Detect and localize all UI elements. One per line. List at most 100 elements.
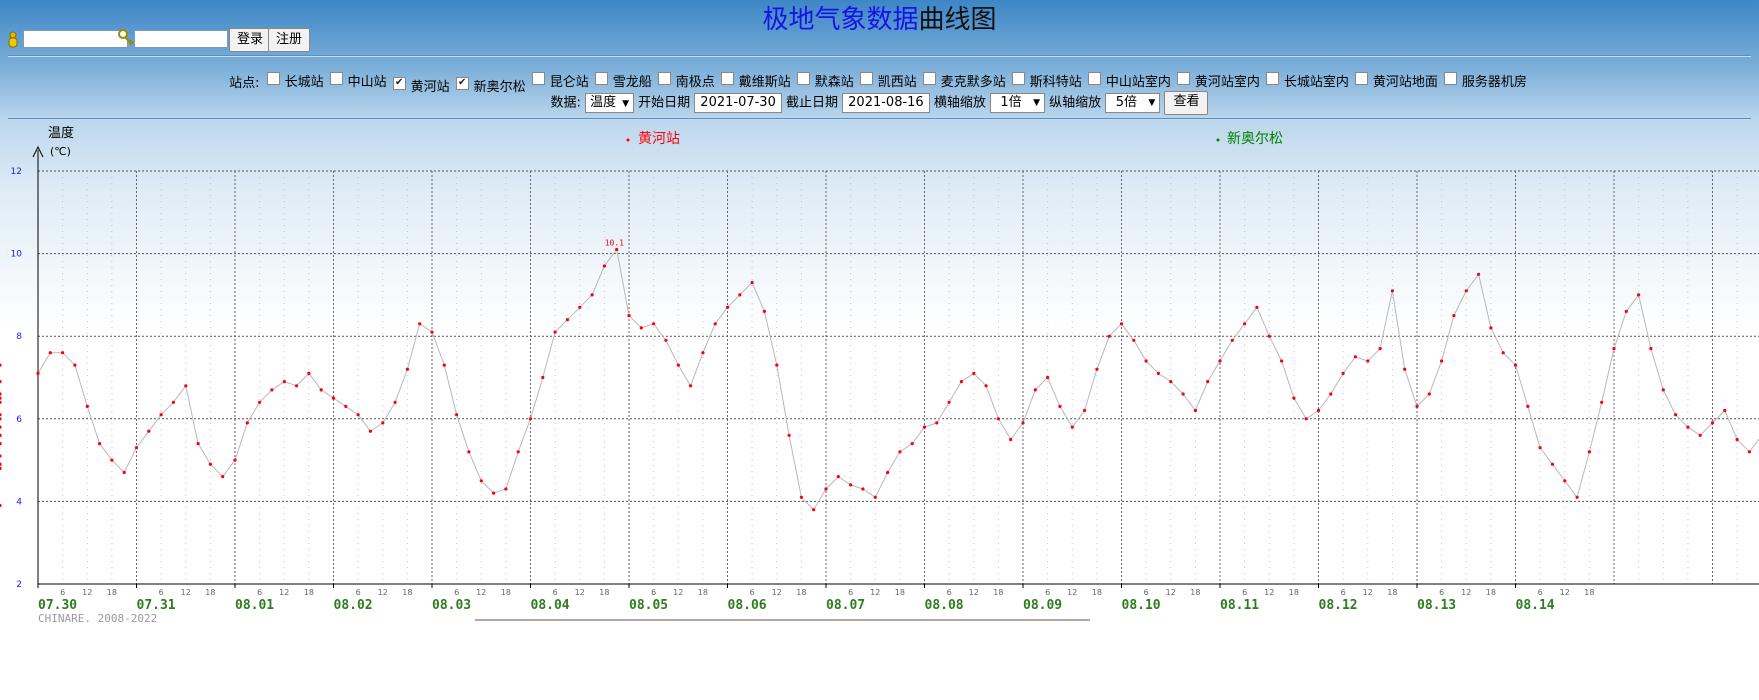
x-date-label: 08.09 <box>1023 598 1062 613</box>
data-point <box>590 293 594 297</box>
data-point <box>1255 305 1259 309</box>
start-date-label: 开始日期 <box>638 95 691 111</box>
station-checkbox[interactable]: ✔ <box>392 77 406 90</box>
station-checkbox[interactable] <box>720 72 734 85</box>
data-point <box>1280 359 1284 363</box>
station-checkbox[interactable] <box>657 72 671 85</box>
station-option[interactable]: 戴维斯站 <box>720 71 791 90</box>
x-hour-label: 18 <box>205 588 215 597</box>
x-hour-label: 6 <box>159 588 164 597</box>
y-tick-label: 8 <box>16 332 22 342</box>
station-option[interactable]: 长城站 <box>266 71 324 90</box>
page-title-part1: 极地气象数据 <box>762 5 919 35</box>
data-point <box>282 380 286 384</box>
station-option[interactable]: 默森站 <box>796 71 854 90</box>
x-hour-label: 12 <box>575 588 585 597</box>
data-point <box>442 363 446 367</box>
x-hour-label: 18 <box>1387 588 1397 597</box>
station-label: 雪龙船 <box>612 75 652 90</box>
password-input[interactable] <box>134 30 228 48</box>
data-point <box>368 429 372 433</box>
data-point <box>1193 408 1197 413</box>
y-axis-unit: (℃) <box>50 145 71 158</box>
station-checkbox[interactable] <box>1011 72 1025 85</box>
x-hour-label: 12 <box>1461 588 1471 597</box>
data-point <box>959 380 964 384</box>
data-point <box>1046 375 1050 380</box>
station-option[interactable]: 雪龙船 <box>594 71 652 90</box>
data-point <box>602 264 607 268</box>
data-point <box>0 363 2 367</box>
station-checkbox[interactable] <box>922 72 936 85</box>
data-point <box>1243 322 1247 326</box>
station-option[interactable]: 凯西站 <box>859 71 917 90</box>
data-point <box>1218 359 1222 363</box>
x-hour-label: 12 <box>1363 588 1373 597</box>
station-option[interactable]: 黄河站地面 <box>1354 71 1438 90</box>
station-checkbox[interactable] <box>1176 72 1190 85</box>
x-hour-label: 18 <box>1486 588 1496 597</box>
station-label: 黄河站地面 <box>1372 75 1438 90</box>
data-point <box>0 462 2 466</box>
data-point <box>0 396 2 400</box>
station-checkbox[interactable] <box>1354 72 1368 85</box>
station-option[interactable]: 麦克默多站 <box>922 71 1006 90</box>
data-point <box>1637 293 1641 297</box>
x-hour-label: 18 <box>1092 588 1102 597</box>
station-option[interactable]: 长城站室内 <box>1265 71 1349 90</box>
station-option[interactable]: 服务器机房 <box>1443 71 1527 90</box>
x-date-label: 08.10 <box>1122 598 1161 613</box>
data-point <box>393 400 397 404</box>
data-point <box>0 417 2 421</box>
data-point <box>430 330 434 334</box>
x-hour-label: 6 <box>1242 588 1247 597</box>
data-point <box>1698 433 1702 437</box>
x-hour-label: 6 <box>553 588 558 597</box>
x-hour-label: 12 <box>870 588 880 597</box>
data-point <box>1206 380 1210 384</box>
station-option[interactable]: 中山站室内 <box>1087 71 1171 90</box>
x-hour-label: 18 <box>1289 588 1299 597</box>
station-checkbox[interactable]: ✔ <box>455 77 469 90</box>
station-checkbox[interactable] <box>1265 72 1279 85</box>
login-button[interactable]: 登录 <box>229 28 272 52</box>
x-hour-label: 18 <box>698 588 708 597</box>
station-checkbox[interactable] <box>531 72 545 85</box>
data-point <box>98 442 102 446</box>
station-checkbox[interactable] <box>1443 72 1457 85</box>
data-point <box>1550 462 1554 466</box>
station-label: 昆仑站 <box>549 75 589 90</box>
station-checkbox[interactable] <box>796 72 810 85</box>
data-point <box>0 392 2 396</box>
station-option[interactable]: 黄河站室内 <box>1176 71 1260 90</box>
data-point <box>196 442 200 446</box>
data-point <box>1723 408 1727 413</box>
data-point <box>233 458 237 462</box>
legend-label-series1: 黄河站 <box>638 130 680 147</box>
data-point <box>147 429 151 433</box>
data-point <box>1083 408 1087 413</box>
station-option[interactable]: 南极点 <box>657 71 715 90</box>
station-checkbox[interactable] <box>859 72 873 85</box>
x-hour-label: 6 <box>750 588 755 597</box>
copyright-text: CHINARE. 2008-2022 <box>38 612 157 625</box>
station-checkbox[interactable] <box>266 72 280 85</box>
station-option[interactable]: 昆仑站 <box>531 71 589 90</box>
station-checkbox[interactable] <box>329 72 343 85</box>
data-point <box>1477 272 1481 276</box>
x-hour-label: 12 <box>772 588 782 597</box>
station-option[interactable]: 斯科特站 <box>1011 71 1082 90</box>
yzoom-label: 纵轴缩放 <box>1049 95 1102 111</box>
data-point <box>1427 392 1431 396</box>
station-label: 中山站室内 <box>1105 75 1171 90</box>
data-point <box>1390 289 1394 293</box>
username-input[interactable] <box>23 30 128 48</box>
data-point <box>270 388 274 392</box>
station-checkbox[interactable] <box>594 72 608 85</box>
data-point <box>873 495 877 499</box>
station-checkbox[interactable] <box>1087 72 1101 85</box>
data-point <box>0 433 2 437</box>
station-option[interactable]: 中山站 <box>329 71 387 90</box>
data-point <box>1686 425 1690 429</box>
register-button[interactable]: 注册 <box>268 28 311 52</box>
